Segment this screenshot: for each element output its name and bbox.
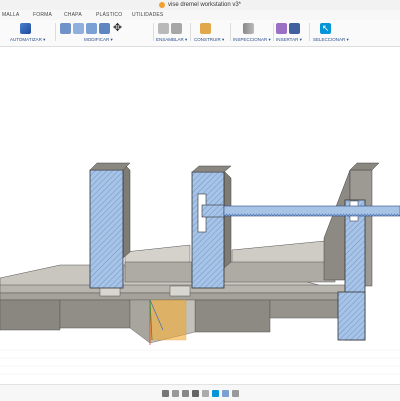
measure-icon[interactable] [243,23,254,34]
ground-grid [0,349,400,375]
fillet-icon[interactable] [73,23,84,34]
ribbon-toolbar: AUTOMATIZAR ▾ ✥ MODIFICAR ▾ ENSAMBLAR ▾ … [0,20,400,47]
tab-forma[interactable]: FORMA [33,12,52,18]
group-construir: CONSTRUIR ▾ [194,20,228,46]
display-settings-icon[interactable] [211,389,219,397]
shell-icon[interactable] [99,23,110,34]
group-ensamblar: ENSAMBLAR ▾ [156,20,192,46]
group-inspeccionar: INSPECCIONAR ▾ [233,20,271,46]
tab-utilidades[interactable]: UTILIDADES [132,12,163,18]
fit-icon[interactable] [201,389,209,397]
viewports-icon[interactable] [231,389,239,397]
canvas-viewport[interactable] [0,47,400,382]
group-label-seleccionar[interactable]: SELECCIONAR ▾ [313,37,349,43]
divider [55,23,56,41]
press-pull-icon[interactable] [60,23,71,34]
chamfer-icon[interactable] [86,23,97,34]
tab-chapa[interactable]: CHAPA [64,12,82,18]
navigation-toolbar [0,384,400,401]
automate-icon[interactable] [20,23,31,34]
window-title: vise dremel workstation v3* [167,2,242,8]
workspace-tabs: MALLA FORMA CHAPA PLÁSTICO UTILIDADES [0,10,400,20]
origin-marker[interactable] [149,299,187,345]
group-label-insertar[interactable]: INSERTAR ▾ [276,37,302,43]
insert-icon[interactable] [276,23,287,34]
group-label-construir[interactable]: CONSTRUIR ▾ [194,37,224,43]
divider [309,23,310,41]
offset-plane-icon[interactable] [200,23,211,34]
group-label-automatizar[interactable]: AUTOMATIZAR ▾ [10,37,45,43]
divider [190,23,191,41]
group-label-modificar[interactable]: MODIFICAR ▾ [84,37,113,43]
divider [153,23,154,41]
pan-icon[interactable] [181,389,189,397]
group-insertar: INSERTAR ▾ [276,20,308,46]
lead-screw[interactable] [223,205,400,217]
divider [273,23,274,41]
document-icon [158,2,165,8]
move-icon[interactable]: ✥ [112,23,123,34]
group-seleccionar: ↖ SELECCIONAR ▾ [313,20,353,46]
group-automatizar: AUTOMATIZAR ▾ [10,20,50,46]
window-titlebar: vise dremel workstation v3* [0,0,400,10]
insert-image-icon[interactable] [289,23,300,34]
orbit-icon[interactable] [161,389,169,397]
tab-plastico[interactable]: PLÁSTICO [96,12,122,18]
tab-malla[interactable]: MALLA [2,12,19,18]
group-label-inspeccionar[interactable]: INSPECCIONAR ▾ [233,37,271,43]
divider [230,23,231,41]
joint-icon[interactable] [171,23,182,34]
group-modificar: ✥ MODIFICAR ▾ [60,20,150,46]
look-at-icon[interactable] [171,389,179,397]
group-label-ensamblar[interactable]: ENSAMBLAR ▾ [156,37,187,43]
model-view[interactable] [0,47,400,382]
select-icon[interactable]: ↖ [320,23,331,34]
new-component-icon[interactable] [158,23,169,34]
grid-icon[interactable] [221,389,229,397]
zoom-icon[interactable] [191,389,199,397]
